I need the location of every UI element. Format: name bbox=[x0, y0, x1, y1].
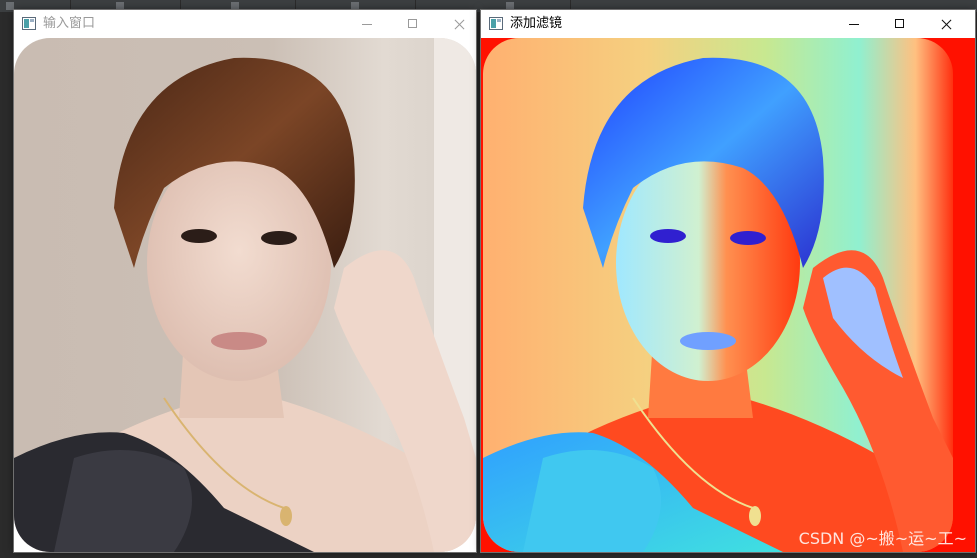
file-icon bbox=[231, 2, 239, 10]
filter-image-area: CSDN @~搬~运~工~ bbox=[481, 38, 975, 552]
close-button[interactable] bbox=[923, 10, 969, 38]
maximize-button[interactable] bbox=[390, 10, 436, 38]
filter-window[interactable]: 添加滤镜 CSDN @~搬~运~工~ bbox=[481, 10, 975, 552]
input-window-title: 输入窗口 bbox=[43, 16, 96, 31]
close-button[interactable] bbox=[436, 10, 476, 38]
file-icon bbox=[351, 2, 359, 10]
minimize-button[interactable] bbox=[344, 10, 390, 38]
input-window[interactable]: 输入窗口 bbox=[14, 10, 476, 552]
file-icon bbox=[116, 2, 124, 10]
input-portrait-image bbox=[14, 38, 476, 552]
input-image-area bbox=[14, 38, 476, 552]
filtered-portrait-image bbox=[483, 38, 953, 552]
desktop: 输入窗口 添加滤镜 CSDN @~搬~运~工~ bbox=[0, 0, 977, 558]
file-icon bbox=[6, 2, 14, 10]
csdn-watermark: CSDN @~搬~运~工~ bbox=[798, 529, 967, 548]
minimize-button[interactable] bbox=[831, 10, 877, 38]
maximize-button[interactable] bbox=[877, 10, 923, 38]
filter-window-title: 添加滤镜 bbox=[510, 16, 563, 31]
opencv-window-icon bbox=[22, 17, 36, 30]
file-icon bbox=[506, 2, 514, 10]
filter-window-titlebar[interactable]: 添加滤镜 bbox=[481, 10, 975, 38]
opencv-window-icon bbox=[489, 17, 503, 30]
input-window-titlebar[interactable]: 输入窗口 bbox=[14, 10, 476, 38]
